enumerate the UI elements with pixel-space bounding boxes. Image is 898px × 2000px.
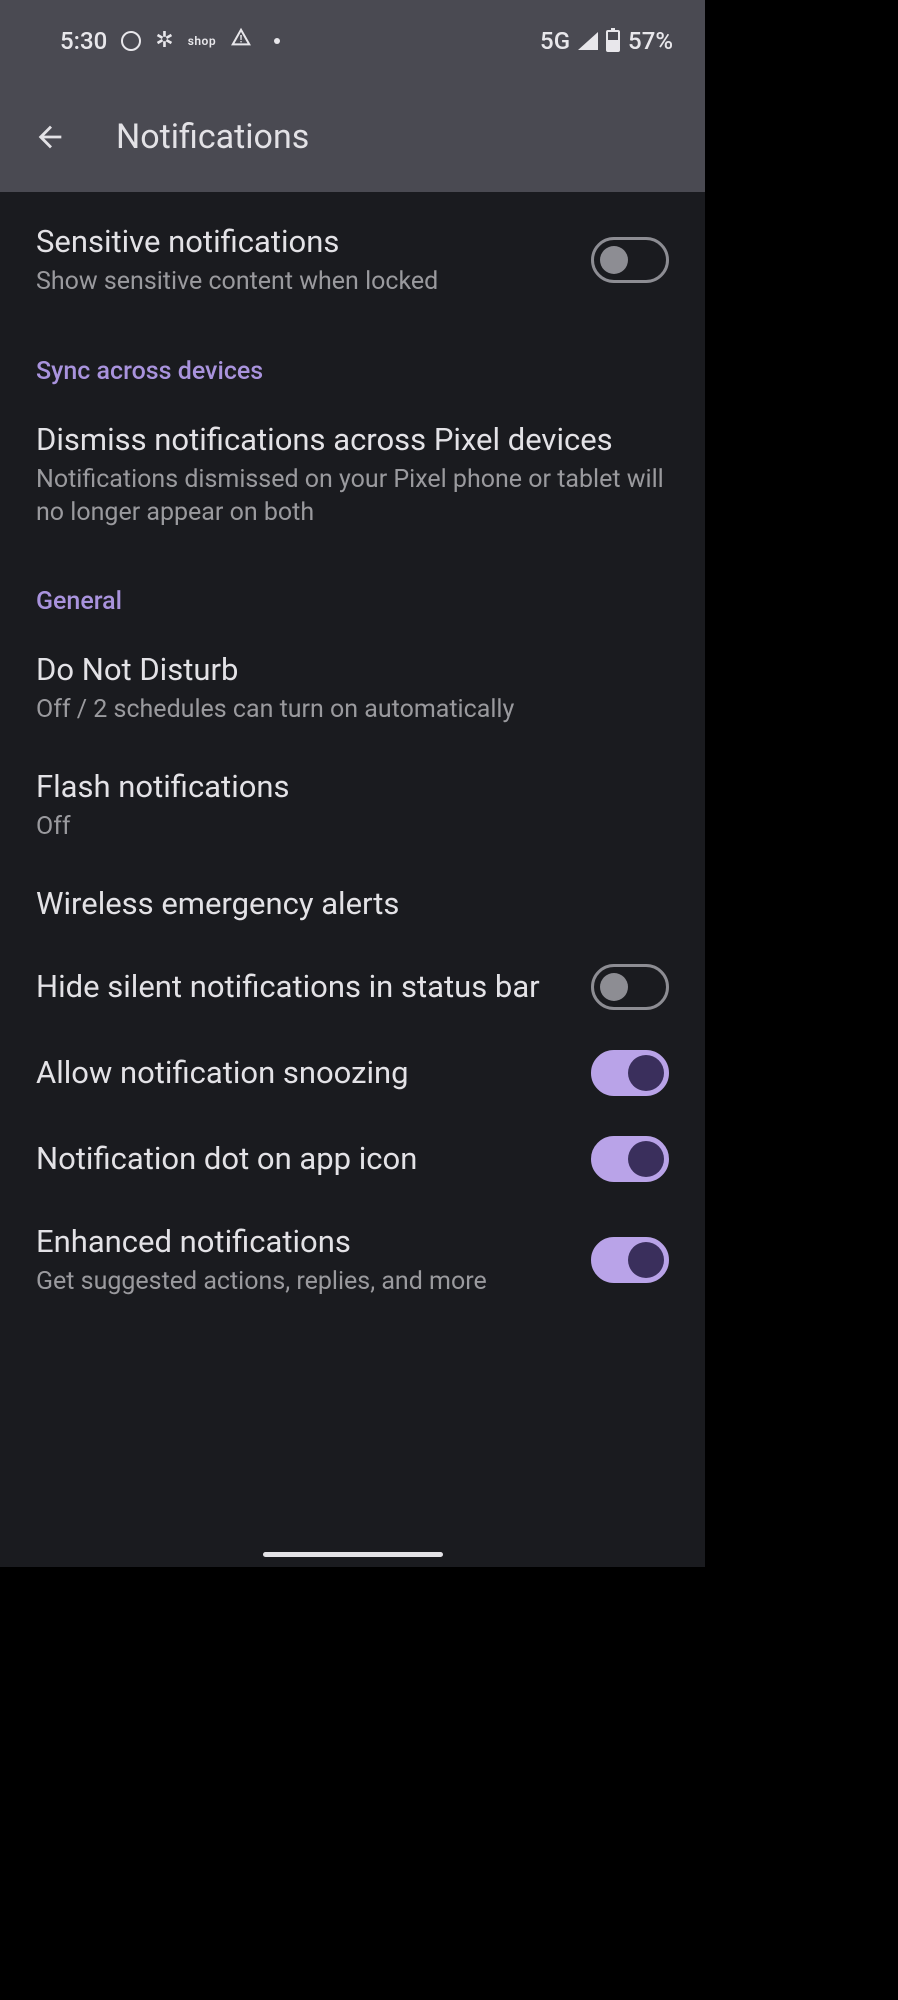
status-time: 5:30 [60,27,107,55]
setting-title: Allow notification snoozing [36,1053,571,1093]
setting-do-not-disturb[interactable]: Do Not Disturb Off / 2 schedules can tur… [36,630,669,747]
setting-dismiss-across-devices[interactable]: Dismiss notifications across Pixel devic… [36,400,669,549]
app-bar: Notifications [0,82,705,192]
setting-subtitle: Off [36,811,669,844]
notification-dot-icon [274,38,280,44]
section-header-general: General [36,549,669,630]
setting-subtitle: Notifications dismissed on your Pixel ph… [36,464,669,529]
triangle-icon: ! [230,27,252,55]
navigation-handle[interactable] [263,1552,443,1557]
setting-snoozing[interactable]: Allow notification snoozing [36,1030,669,1116]
setting-title: Notification dot on app icon [36,1139,571,1179]
app-icon-1: ✲ [155,30,173,52]
setting-subtitle: Off / 2 schedules can turn on automatica… [36,694,669,727]
setting-title: Do Not Disturb [36,650,669,690]
shop-icon: shop [188,34,216,48]
setting-title: Wireless emergency alerts [36,884,669,924]
toggle-hide-silent[interactable] [591,964,669,1010]
battery-icon [606,30,620,52]
setting-enhanced-notifications[interactable]: Enhanced notifications Get suggested act… [36,1202,669,1319]
setting-wireless-emergency-alerts[interactable]: Wireless emergency alerts [36,864,669,944]
setting-title: Hide silent notifications in status bar [36,967,571,1007]
arrow-left-icon [33,120,67,154]
setting-subtitle: Get suggested actions, replies, and more [36,1266,571,1299]
status-bar: 5:30 ✲ shop ! 5G 57% [0,0,705,82]
signal-icon [578,32,598,50]
section-header-sync: Sync across devices [36,319,669,400]
circle-icon [121,31,141,51]
setting-flash-notifications[interactable]: Flash notifications Off [36,747,669,864]
toggle-sensitive[interactable] [591,237,669,283]
network-label: 5G [540,27,570,55]
setting-subtitle: Show sensitive content when locked [36,266,571,299]
setting-title: Sensitive notifications [36,222,571,262]
toggle-notification-dot[interactable] [591,1136,669,1182]
toggle-enhanced[interactable] [591,1237,669,1283]
page-title: Notifications [116,117,309,157]
setting-title: Dismiss notifications across Pixel devic… [36,420,669,460]
setting-notification-dot[interactable]: Notification dot on app icon [36,1116,669,1202]
svg-text:!: ! [240,35,243,46]
setting-hide-silent[interactable]: Hide silent notifications in status bar [36,944,669,1030]
toggle-snoozing[interactable] [591,1050,669,1096]
battery-percent: 57% [628,27,673,55]
back-button[interactable] [30,117,70,157]
setting-sensitive-notifications[interactable]: Sensitive notifications Show sensitive c… [36,202,669,319]
setting-title: Flash notifications [36,767,669,807]
setting-title: Enhanced notifications [36,1222,571,1262]
